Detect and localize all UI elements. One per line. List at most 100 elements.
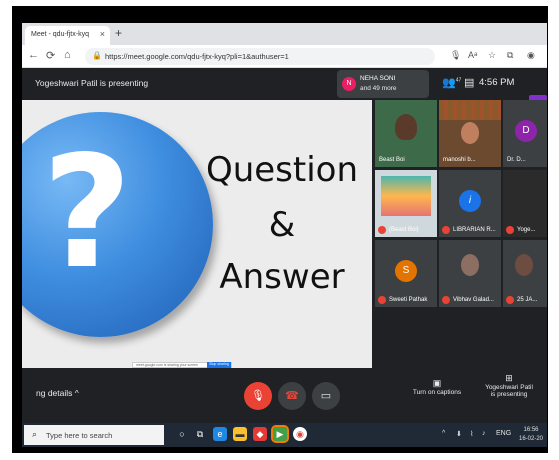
participant-tile[interactable]: (Beast Boi) [375,170,437,237]
participant-chip[interactable]: N NEHA SONI and 49 more [337,70,429,98]
leave-call-button[interactable]: ☎ [278,382,306,410]
collections-icon[interactable]: ⧉ [507,50,513,61]
meeting-details-button[interactable]: ng details ^ [36,388,79,398]
url-text: https://meet.google.com/qdu-fjtx-kyq?pli… [105,52,289,61]
participant-tile[interactable]: i LIBRARIAN R... [439,170,501,237]
participant-name: Sweeti Pathak [389,297,428,303]
language-indicator[interactable]: ENG [496,430,511,437]
participant-tile[interactable]: D Dr. D... [503,100,547,167]
participant-tile[interactable]: manoshi b... [439,100,501,167]
edge-icon[interactable]: e [213,427,227,441]
presentation-slide: ? Question & Answer meet.google.com is s… [22,100,372,368]
present-now-button[interactable]: ⊞ Yogeshwari Patil is presenting [474,373,544,398]
system-clock[interactable]: 16:56 16-02-20 [519,426,543,444]
participant-name: Vibhav Galad... [453,297,494,303]
participant-name: Beast Boi [379,157,405,163]
participant-photo [395,114,417,140]
new-tab-button[interactable]: + [115,26,122,40]
participant-grid: Beast Boi manoshi b... D Dr. D... (Beast… [374,100,547,368]
avatar: N [342,77,356,91]
search-placeholder: Type here to search [46,431,113,440]
lock-icon: 🔒 [92,51,102,60]
participant-name: 25 JA... [517,297,538,303]
library-logo-icon: i [459,190,481,212]
participant-name: Dr. D... [507,157,526,163]
meet-controls-bar: ng details ^ 🎙 ☎ ▭ ▣ Turn on captions ⊞ … [22,368,547,423]
file-explorer-icon[interactable]: ▬ [233,427,247,441]
favorite-star-icon[interactable]: ☆ [488,50,496,61]
search-icon: ⌕ [32,429,38,439]
tab-title: Meet - qdu-fjtx-kyq [31,31,89,38]
participant-photo [461,122,479,144]
taskbar-search-input[interactable]: ⌕ Type here to search [24,425,164,445]
captions-button[interactable]: ▣ Turn on captions [402,378,472,396]
people-count: 47 [455,77,462,84]
present-label-line1: Yogeshwari Patil [485,384,533,391]
home-icon[interactable]: ⌂ [64,49,71,61]
tab-close-icon[interactable]: × [100,29,105,39]
people-icon[interactable]: 👥47 [442,76,461,89]
captions-label: Turn on captions [412,389,462,396]
participant-photo [515,254,533,276]
meet-app-icon[interactable]: ▶ [271,425,289,443]
chrome-icon[interactable]: ◉ [293,427,307,441]
present-label-line2: is presenting [490,391,528,398]
meet-clock: 4:56 PM [479,77,515,88]
participant-name: (Beast Boi) [389,227,419,233]
avatar: S [395,260,417,282]
reader-icon[interactable]: Aᵃ [468,50,477,60]
mic-off-icon [506,226,514,234]
participant-tile[interactable]: S Sweeti Pathak [375,240,437,307]
participant-photo [461,254,479,276]
mic-off-icon [378,296,386,304]
address-bar[interactable]: 🔒 https://meet.google.com/qdu-fjtx-kyq?p… [85,48,435,65]
mic-off-icon [442,226,450,234]
download-icon[interactable]: ⬇ [456,430,462,438]
browser-toolbar: ← ⟳ ⌂ 🔒 https://meet.google.com/qdu-fjtx… [22,45,547,68]
browser-tab-strip: Meet - qdu-fjtx-kyq × + [22,23,547,45]
share-notice-text: meet.google.com is sharing your screen [136,363,199,367]
slide-title-ampersand: & [268,205,296,245]
slide-title-question: Question [205,150,359,190]
mic-off-icon [378,226,386,234]
participant-photo [381,176,431,216]
clock-time: 16:56 [523,427,539,433]
microphone-toggle-button[interactable]: 🎙 [244,382,272,410]
chat-icon[interactable]: ▤ [464,76,474,89]
mic-off-icon [506,296,514,304]
task-view-icon[interactable]: ⧉ [193,427,207,441]
windows-taskbar: ⌕ Type here to search ○ ⧉ e ▬ ◆ ▶ ◉ ^ ⬇ … [22,423,547,447]
presenting-title: Yogeshwari Patil is presenting [35,78,149,88]
slide-title-answer: Answer [219,257,345,297]
participant-name: manoshi b... [443,157,476,163]
bookshelf-background [439,100,501,120]
browser-tab[interactable]: Meet - qdu-fjtx-kyq × [25,26,110,45]
participant-tile[interactable]: 25 JA... [503,240,547,307]
participant-name: LIBRARIAN R... [453,227,496,233]
question-mark-icon: ? [42,122,132,303]
screen: Meet - qdu-fjtx-kyq × + ← ⟳ ⌂ 🔒 https://… [22,23,547,447]
avatar: D [515,120,537,142]
chip-name: NEHA SONI [360,75,396,82]
present-icon: ⊞ [505,373,513,383]
captions-icon: ▣ [432,378,442,388]
volume-icon[interactable]: ♪ [482,430,486,437]
meeting-details-label: ng details [36,388,73,398]
tray-expand-icon[interactable]: ^ [442,430,445,437]
participant-tile[interactable]: Vibhav Galad... [439,240,501,307]
participant-name: Yoge... [517,227,536,233]
profile-icon[interactable]: ◉ [527,50,535,61]
app-icon[interactable]: ◆ [253,427,267,441]
camera-toggle-button[interactable]: ▭ [312,382,340,410]
chip-subtitle: and 49 more [360,85,397,92]
meet-top-bar: Yogeshwari Patil is presenting N NEHA SO… [22,68,547,105]
mic-off-icon [442,296,450,304]
participant-tile[interactable]: Yoge... [503,170,547,237]
cortana-icon[interactable]: ○ [175,427,189,441]
back-icon[interactable]: ← [28,49,39,61]
participant-tile[interactable]: Beast Boi [375,100,437,167]
microphone-indicator-icon[interactable]: 🎙 [450,50,461,61]
refresh-icon[interactable]: ⟳ [46,49,55,62]
clock-date: 16-02-20 [519,436,544,442]
network-icon[interactable]: ⌇ [470,430,473,438]
